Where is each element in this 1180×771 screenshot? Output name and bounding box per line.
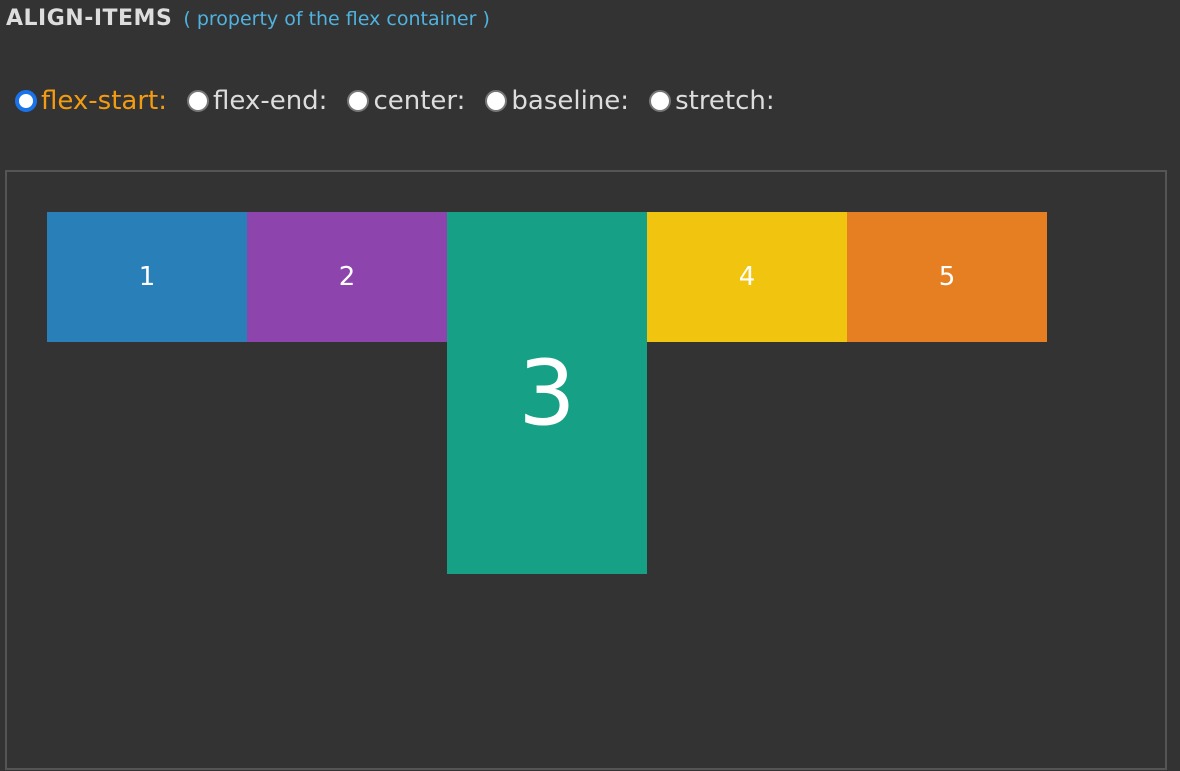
radio-button[interactable]: [347, 90, 370, 112]
radio-button[interactable]: [485, 90, 508, 112]
option-label: baseline:: [511, 86, 630, 116]
flex-item-4: 4: [647, 212, 847, 342]
title-text: ALIGN-ITEMS: [6, 6, 173, 31]
subtitle-text: ( property of the flex container ): [183, 8, 490, 30]
flex-items: 1 2 3 4 5: [47, 212, 1047, 574]
option-stretch[interactable]: stretch:: [649, 86, 775, 116]
radio-button[interactable]: [15, 90, 37, 112]
radio-button[interactable]: [187, 90, 210, 112]
option-label: flex-start:: [41, 86, 168, 116]
option-flex-start[interactable]: flex-start:: [15, 86, 167, 116]
option-label: flex-end:: [213, 86, 328, 116]
flex-item-5: 5: [847, 212, 1047, 342]
option-baseline[interactable]: baseline:: [485, 86, 629, 116]
align-items-options: flex-start: flex-end: center: baseline: …: [15, 86, 795, 116]
flex-container: 1 2 3 4 5: [5, 170, 1167, 770]
option-label: stretch:: [675, 86, 775, 116]
option-flex-end[interactable]: flex-end:: [187, 86, 327, 116]
flex-item-2: 2: [247, 212, 447, 342]
option-label: center:: [373, 86, 466, 116]
flex-item-3: 3: [447, 212, 647, 574]
page-title: ALIGN-ITEMS ( property of the flex conta…: [6, 6, 490, 31]
option-center[interactable]: center:: [347, 86, 465, 116]
radio-button[interactable]: [649, 90, 672, 112]
flex-item-1: 1: [47, 212, 247, 342]
